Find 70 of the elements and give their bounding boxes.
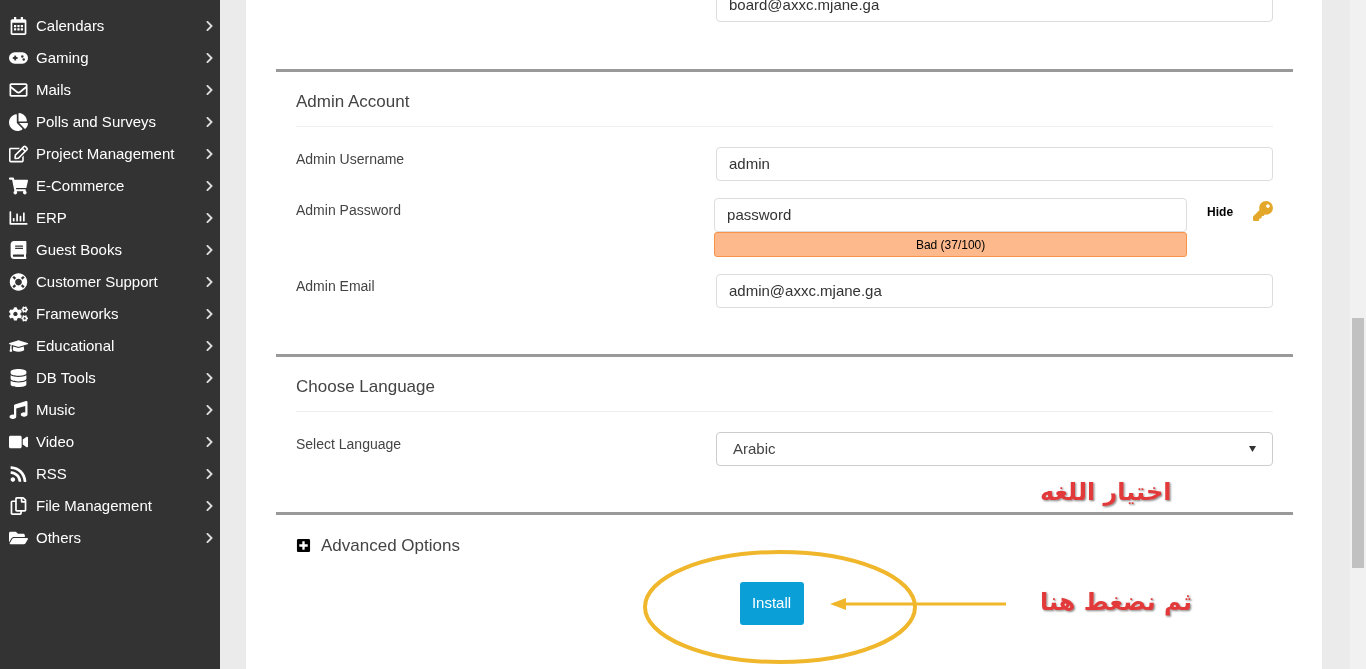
rss-icon	[9, 465, 28, 483]
gears-icon	[9, 305, 28, 323]
field-label: Admin Password	[296, 201, 403, 220]
sidebar-item[interactable]: Frameworks	[0, 298, 220, 330]
gamepad-icon	[9, 49, 28, 67]
dropdown-caret-icon	[1249, 446, 1256, 452]
chevron-icon	[205, 340, 214, 352]
sidebar-item[interactable]: Project Management	[0, 138, 220, 170]
chevron-icon	[205, 20, 214, 32]
text-field[interactable]: admin	[716, 147, 1273, 181]
lifebuoy-icon	[9, 273, 28, 291]
chevron-icon	[205, 180, 214, 192]
chevron-icon	[205, 244, 214, 256]
database-icon	[9, 369, 28, 387]
hide-toggle[interactable]: Hide	[1207, 198, 1234, 226]
annotation-text: ثم نضغط هنا	[1040, 587, 1192, 618]
sidebar-item[interactable]: Mails	[0, 74, 220, 106]
chevron-icon	[205, 500, 214, 512]
chevron-icon	[205, 116, 214, 128]
graduation-cap-icon	[9, 337, 28, 355]
sidebar-item[interactable]: ERP	[0, 202, 220, 234]
section-title: Choose Language	[296, 376, 436, 398]
sidebar-item[interactable]: Customer Support	[0, 266, 220, 298]
book-icon	[9, 241, 28, 259]
field-label: Admin Email	[296, 277, 376, 296]
envelope-icon	[9, 81, 28, 99]
sidebar-item[interactable]: Video	[0, 426, 220, 458]
chevron-icon	[205, 308, 214, 320]
video-camera-icon	[9, 433, 28, 451]
language-select[interactable]: Arabic	[716, 432, 1273, 466]
text-field[interactable]: admin@axxc.mjane.ga	[716, 274, 1273, 308]
chevron-icon	[205, 404, 214, 416]
edit-icon	[9, 145, 28, 163]
section-title: Admin Account	[296, 91, 411, 113]
documents-icon	[9, 497, 28, 515]
sidebar-item[interactable]: Educational	[0, 330, 220, 362]
key-icon[interactable]	[1253, 201, 1273, 221]
sidebar-item[interactable]: File Management	[0, 490, 220, 522]
sidebar-item[interactable]: Music	[0, 394, 220, 426]
pie-chart-icon	[9, 113, 28, 131]
sidebar-item[interactable]: Guest Books	[0, 234, 220, 266]
calendar-icon	[9, 17, 28, 35]
chevron-icon	[205, 372, 214, 384]
advanced-options-toggle[interactable]: Advanced Options	[321, 533, 460, 559]
chevron-icon	[205, 276, 214, 288]
chevron-icon	[205, 532, 214, 544]
field-label: Select Language	[296, 435, 403, 454]
sidebar-item[interactable]: Calendars	[0, 10, 220, 42]
folder-icon	[9, 529, 28, 547]
sidebar-item[interactable]: RSS	[0, 458, 220, 490]
chevron-icon	[205, 212, 214, 224]
text-field[interactable]: password	[714, 198, 1188, 232]
sidebar-item[interactable]: DB Tools	[0, 362, 220, 394]
chevron-icon	[205, 436, 214, 448]
cart-icon	[9, 177, 28, 195]
sidebar-item[interactable]: Gaming	[0, 42, 220, 74]
sidebar-item[interactable]: Others	[0, 522, 220, 554]
sidebar-item[interactable]: Polls and Surveys	[0, 106, 220, 138]
scrollbar[interactable]	[1350, 0, 1366, 669]
scrollbar-thumb[interactable]	[1352, 318, 1364, 568]
chevron-icon	[205, 148, 214, 160]
sidebar-item[interactable]: E-Commerce	[0, 170, 220, 202]
chevron-icon	[205, 468, 214, 480]
password-strength-bar: Bad (37/100)	[714, 232, 1188, 257]
music-note-icon	[9, 401, 28, 419]
bar-chart-icon	[9, 209, 28, 227]
chevron-icon	[205, 84, 214, 96]
field-label: Admin Username	[296, 150, 406, 169]
chevron-icon	[205, 52, 214, 64]
annotation-text: اختيار اللغه	[1040, 477, 1172, 508]
